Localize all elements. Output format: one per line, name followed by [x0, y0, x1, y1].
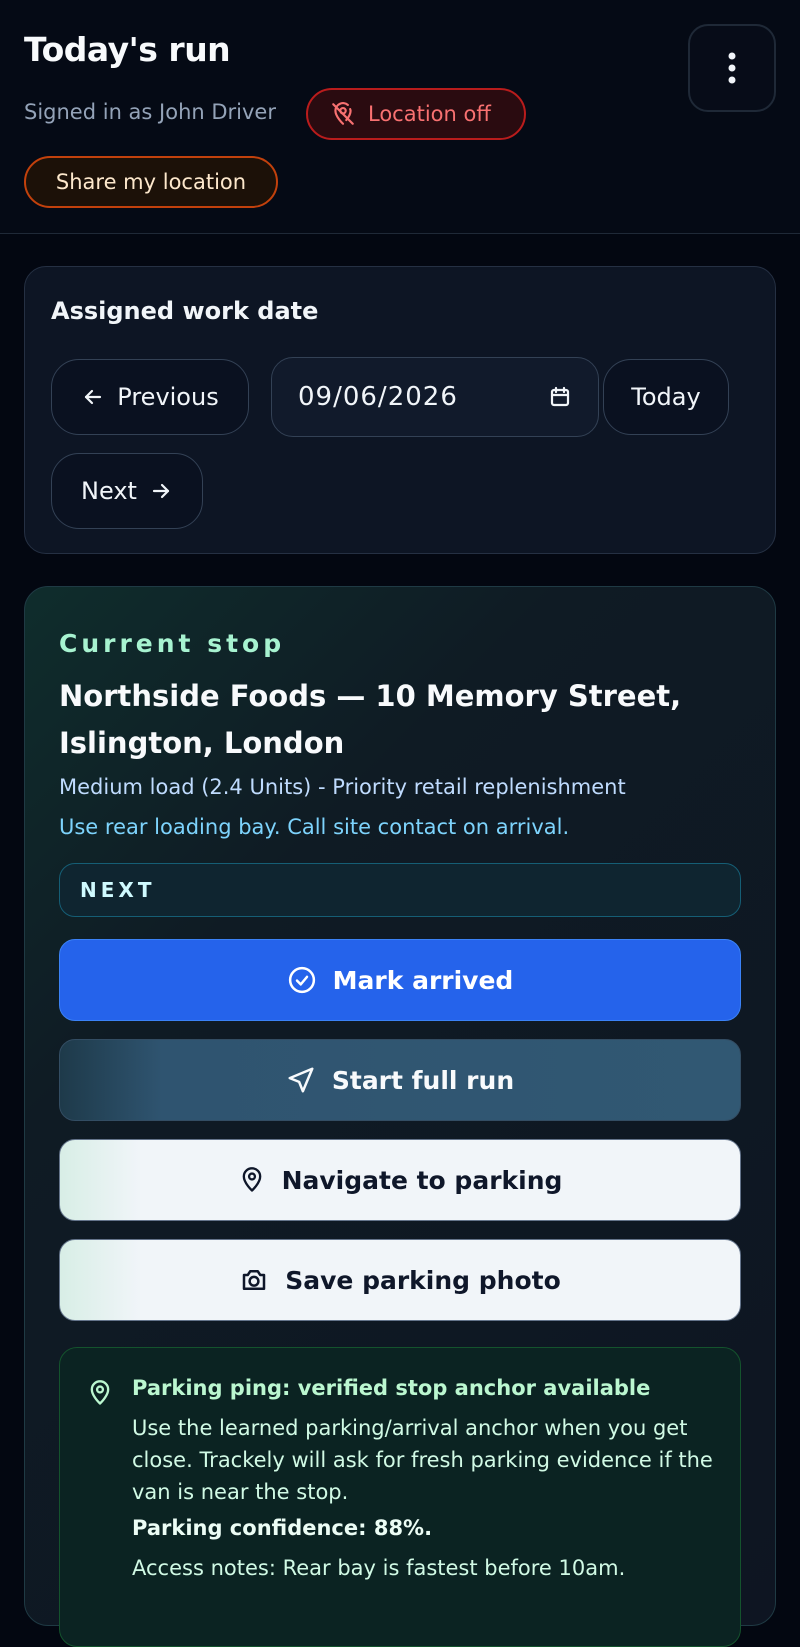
work-date-label: Assigned work date [51, 297, 319, 325]
location-status-badge[interactable]: Location off [306, 88, 526, 140]
stop-load-info: Medium load (2.4 Units) - Priority retai… [59, 775, 626, 799]
share-location-button[interactable]: Share my location [24, 156, 278, 208]
date-value: 09/06/2026 [298, 382, 458, 412]
arrow-left-icon [81, 385, 105, 409]
work-date-card: Assigned work date Previous 09/06/2026 T… [24, 266, 776, 554]
app-header: Today's run Signed in as John Driver Loc… [0, 0, 800, 234]
next-label: Next [81, 477, 137, 505]
stop-title: Northside Foods — 10 Memory Street, Isli… [59, 679, 682, 760]
more-menu-button[interactable] [688, 24, 776, 112]
check-circle-icon [287, 965, 317, 995]
next-date-button[interactable]: Next [51, 453, 203, 529]
previous-label: Previous [117, 383, 219, 411]
signed-in-text: Signed in as John Driver [24, 100, 276, 124]
start-full-run-button[interactable]: Start full run [59, 1039, 741, 1121]
save-photo-label: Save parking photo [285, 1265, 561, 1295]
navigation-arrow-icon [286, 1065, 316, 1095]
page-title: Today's run [24, 30, 231, 69]
current-stop-card: Current stop Northside Foods — 10 Memory… [24, 586, 776, 1647]
location-off-icon [330, 101, 356, 127]
location-status-label: Location off [368, 102, 491, 126]
parking-confidence: Parking confidence: 88%. [132, 1516, 433, 1540]
today-button[interactable]: Today [603, 359, 729, 435]
mark-arrived-button[interactable]: Mark arrived [59, 939, 741, 1021]
parking-pin-icon [86, 1378, 114, 1408]
camera-icon [239, 1265, 269, 1295]
arrow-right-icon [149, 479, 173, 503]
more-vertical-icon [727, 51, 737, 85]
current-stop-eyebrow: Current stop [59, 629, 286, 658]
previous-date-button[interactable]: Previous [51, 359, 249, 435]
save-parking-photo-button[interactable]: Save parking photo [59, 1239, 741, 1321]
navigate-label: Navigate to parking [281, 1165, 563, 1195]
parking-ping-title: Parking ping: verified stop anchor avail… [132, 1376, 651, 1400]
parking-ping-body: Use the learned parking/arrival anchor w… [132, 1416, 713, 1504]
parking-ping-panel: Parking ping: verified stop anchor avail… [59, 1347, 741, 1647]
calendar-icon[interactable] [548, 385, 572, 409]
start-run-label: Start full run [331, 1065, 515, 1095]
mark-arrived-label: Mark arrived [332, 965, 514, 995]
work-date-input[interactable]: 09/06/2026 [271, 357, 599, 437]
navigate-to-parking-button[interactable]: Navigate to parking [59, 1139, 741, 1221]
map-pin-icon [238, 1166, 266, 1194]
access-notes: Access notes: Rear bay is fastest before… [132, 1556, 626, 1580]
stop-status-badge: NEXT [59, 863, 741, 917]
stop-notes: Use rear loading bay. Call site contact … [59, 815, 570, 839]
